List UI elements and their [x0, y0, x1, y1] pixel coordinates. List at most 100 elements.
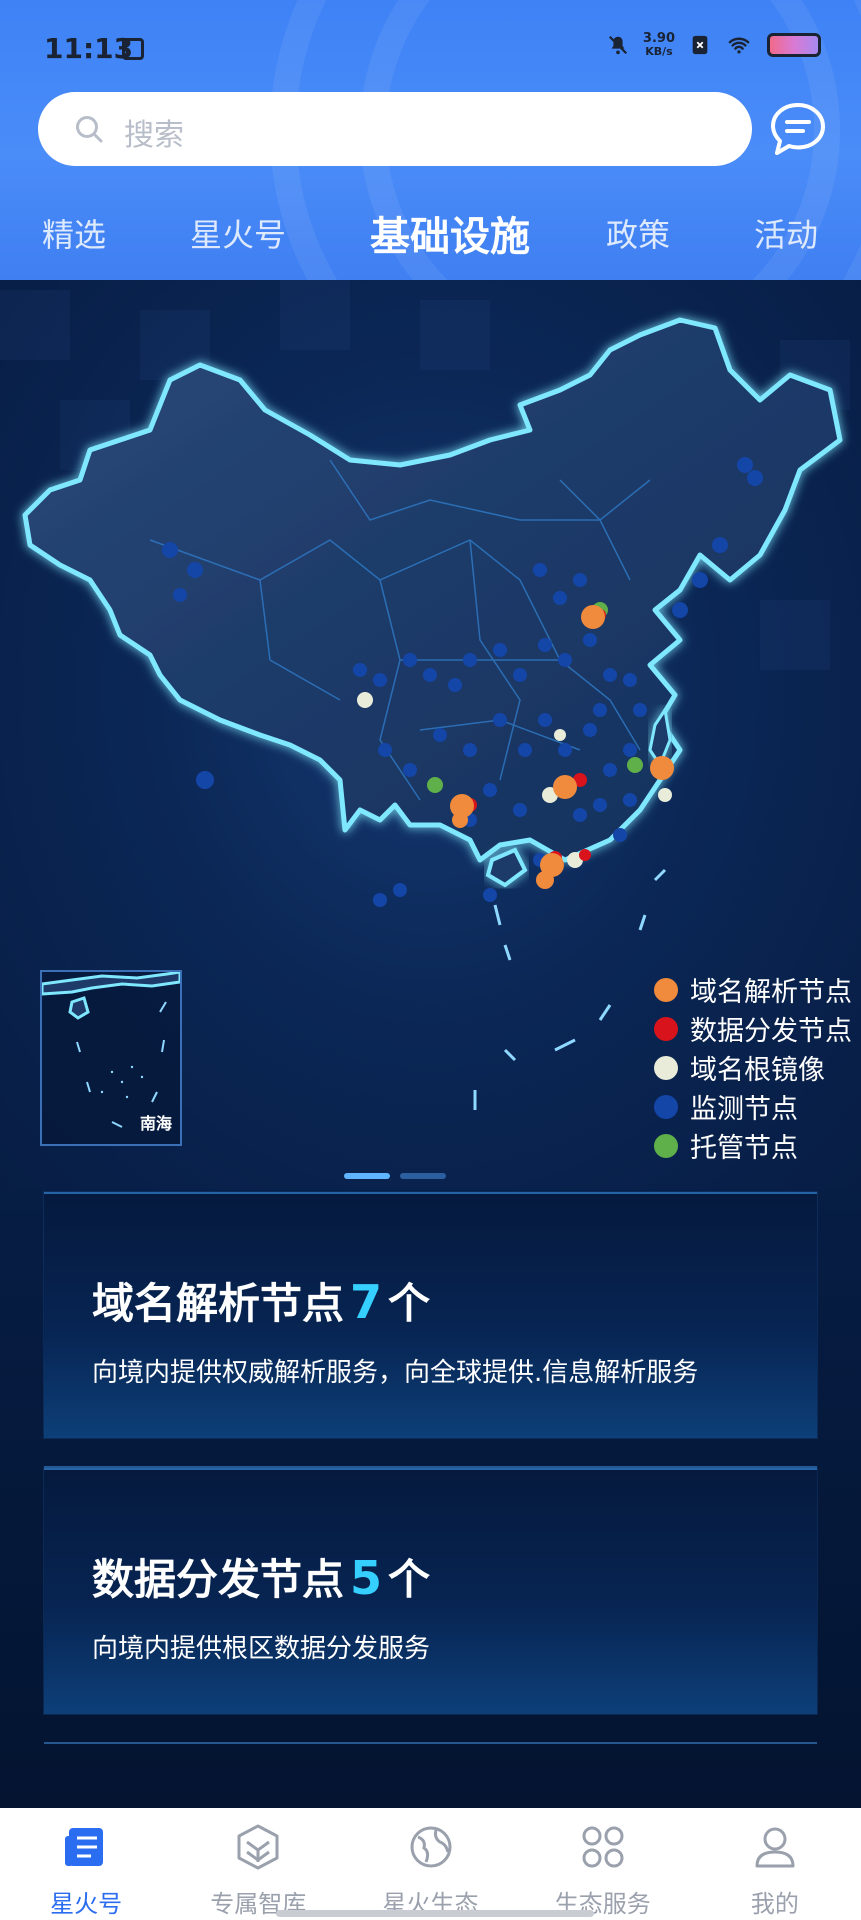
- south-sea-label: 南海: [139, 1114, 172, 1133]
- monitor-node: [747, 470, 763, 486]
- card-description: 向境内提供根区数据分发服务: [92, 1634, 431, 1664]
- monitor-node: [603, 668, 617, 682]
- monitor-node: [196, 771, 214, 789]
- hosting-node: [627, 757, 643, 773]
- tab-policy[interactable]: 政策: [606, 210, 670, 256]
- monitor-node: [373, 673, 387, 687]
- card-title: 域名解析节点 7 个: [92, 1270, 430, 1331]
- news-icon: [65, 1828, 104, 1866]
- monitor-node: [533, 563, 547, 577]
- card-divider: [44, 1742, 817, 1744]
- monitor-node: [672, 602, 688, 618]
- data-distribution-node: [579, 849, 591, 861]
- monitor-node: [538, 638, 552, 652]
- dns-node: [536, 871, 554, 889]
- globe-icon: [410, 1826, 451, 1868]
- legend-label: 监测节点: [690, 1094, 798, 1125]
- category-tabs: 精选 星火号 基础设施 政策 活动: [0, 200, 861, 260]
- monitor-node: [162, 542, 178, 558]
- nav-xinghuo[interactable]: 星火号: [0, 1808, 172, 1920]
- root-mirror-node: [357, 692, 373, 708]
- monitor-node: [493, 643, 507, 657]
- monitor-node: [623, 793, 637, 807]
- monitor-node: [573, 573, 587, 587]
- card-title: 数据分发节点 5 个: [92, 1546, 430, 1607]
- sim-off-icon: [692, 35, 708, 55]
- wifi-icon: [728, 37, 750, 54]
- monitor-node: [538, 713, 552, 727]
- distribution-node-card[interactable]: 数据分发节点 5 个 向境内提供根区数据分发服务: [44, 1468, 817, 1714]
- app-header: 11:13 3.90 KB/s 搜索 精选 星火号 基础设施 政策 活动: [0, 0, 861, 280]
- home-indicator[interactable]: [276, 1910, 594, 1917]
- status-time: 11:13: [44, 32, 134, 65]
- root-mirror-node: [658, 788, 672, 802]
- carousel-indicator: [344, 1173, 446, 1179]
- infrastructure-map: 南海 域名解析节点 数据分发节点 域名根镜像 监测节点 托管节点: [0, 280, 861, 1190]
- tab-events[interactable]: 活动: [754, 210, 818, 256]
- tab-featured[interactable]: 精选: [42, 210, 106, 256]
- dns-node: [650, 756, 674, 780]
- dns-node-card[interactable]: 域名解析节点 7 个 向境内提供权威解析服务，向全球提供.信息解析服务: [44, 1192, 817, 1438]
- carousel-dot-active: [344, 1173, 390, 1179]
- legend-dot-root-mirror: [654, 1055, 678, 1080]
- nav-label: 我的: [750, 1890, 799, 1918]
- battery-icon: [767, 33, 821, 57]
- legend-item: 托管节点: [654, 1126, 852, 1165]
- monitor-node: [633, 703, 647, 717]
- monitor-node: [613, 828, 627, 842]
- dns-node: [553, 775, 577, 799]
- hainan-outline: [485, 847, 528, 888]
- monitor-node: [448, 678, 462, 692]
- card-count: 7: [350, 1275, 383, 1329]
- monitor-node: [463, 743, 477, 757]
- monitor-node: [423, 668, 437, 682]
- monitor-node: [623, 743, 637, 757]
- message-icon[interactable]: [768, 100, 828, 158]
- nav-ecosystem[interactable]: 星火生态: [344, 1808, 516, 1920]
- legend-item: 数据分发节点: [654, 1009, 852, 1048]
- think-tank-icon: [237, 1824, 279, 1870]
- grid-icon: [582, 1826, 624, 1868]
- nine-dash-line: [473, 868, 667, 1110]
- status-bar: 11:13 3.90 KB/s: [0, 0, 861, 90]
- monitor-node: [692, 572, 708, 588]
- tab-infrastructure[interactable]: 基础设施: [370, 204, 530, 262]
- root-mirror-node: [554, 729, 566, 741]
- monitor-node: [593, 703, 607, 717]
- monitor-node: [583, 723, 597, 737]
- legend-dot-monitor: [654, 1094, 678, 1119]
- card-unit: 个: [388, 1279, 431, 1328]
- search-icon: [76, 116, 103, 143]
- card-unit: 个: [388, 1555, 431, 1604]
- monitor-node: [737, 457, 753, 473]
- monitor-node: [593, 798, 607, 812]
- monitor-node: [603, 763, 617, 777]
- calendar-icon: [122, 38, 144, 60]
- hosting-node: [427, 777, 443, 793]
- legend-dot-hosting: [654, 1133, 678, 1158]
- nav-mine[interactable]: 我的: [689, 1808, 861, 1920]
- monitor-node: [378, 743, 392, 757]
- net-speed: 3.90 KB/s: [643, 32, 675, 58]
- legend-label: 托管节点: [690, 1133, 798, 1164]
- nav-think-tank[interactable]: 专属智库: [172, 1808, 344, 1920]
- monitor-node: [558, 653, 572, 667]
- monitor-node: [187, 562, 203, 578]
- carousel-dot: [400, 1173, 446, 1179]
- monitor-node: [513, 668, 527, 682]
- mute-bell-icon: [608, 35, 627, 55]
- legend-label: 域名根镜像: [690, 1055, 825, 1086]
- card-title-text: 域名解析节点: [92, 1279, 345, 1328]
- monitor-node: [353, 663, 367, 677]
- legend-item: 域名解析节点: [654, 970, 852, 1009]
- search-bar[interactable]: 搜索: [38, 92, 752, 166]
- nav-eco-service[interactable]: 生态服务: [517, 1808, 689, 1920]
- monitor-node: [493, 713, 507, 727]
- monitor-node: [483, 783, 497, 797]
- nav-label: 星火号: [50, 1890, 123, 1918]
- monitor-node: [373, 893, 387, 907]
- monitor-node: [558, 743, 572, 757]
- monitor-node: [483, 888, 497, 902]
- legend-dot-dns: [654, 977, 678, 1002]
- tab-xinghuo[interactable]: 星火号: [190, 210, 286, 256]
